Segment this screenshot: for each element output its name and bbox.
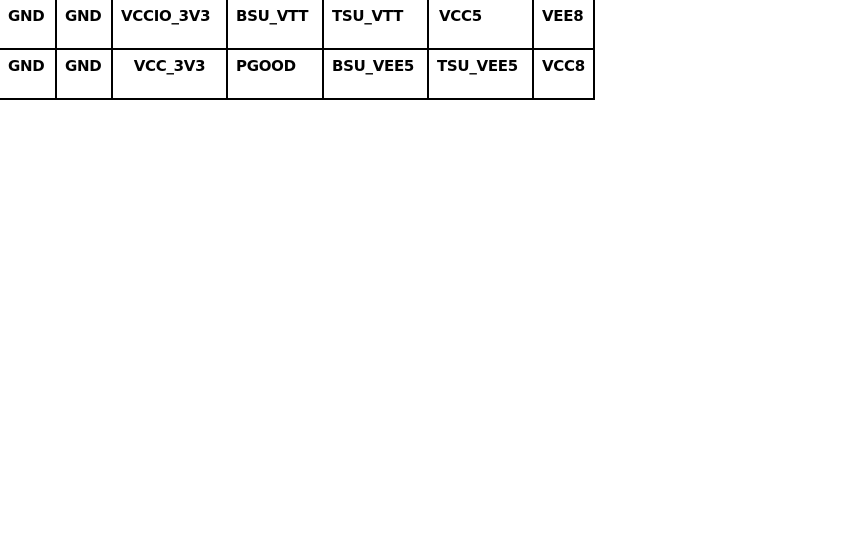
table-cell: TSU_VTT: [322, 0, 429, 50]
table-cell: TSU_VEE5: [427, 48, 534, 100]
table-cell: GND: [0, 48, 57, 100]
table-cell: VCC8: [532, 48, 595, 100]
table-cell: BSU_VEE5: [322, 48, 429, 100]
table-cell: GND: [55, 0, 113, 50]
table-row: GND GND VCC_3V3 PGOOD BSU_VEE5 TSU_VEE5 …: [0, 48, 595, 100]
table-row: GND GND VCCIO_3V3 BSU_VTT TSU_VTT VCC5 V…: [0, 0, 595, 50]
table-cell: PGOOD: [226, 48, 324, 100]
pin-assignment-table: GND GND VCCIO_3V3 BSU_VTT TSU_VTT VCC5 V…: [0, 0, 595, 100]
table-cell: VCCIO_3V3: [111, 0, 228, 50]
table-cell: VEE8: [532, 0, 595, 50]
table-cell: GND: [55, 48, 113, 100]
table-cell: VCC_3V3: [111, 48, 228, 100]
table-cell: GND: [0, 0, 57, 50]
table-cell: BSU_VTT: [226, 0, 324, 50]
table-cell: VCC5: [427, 0, 534, 50]
